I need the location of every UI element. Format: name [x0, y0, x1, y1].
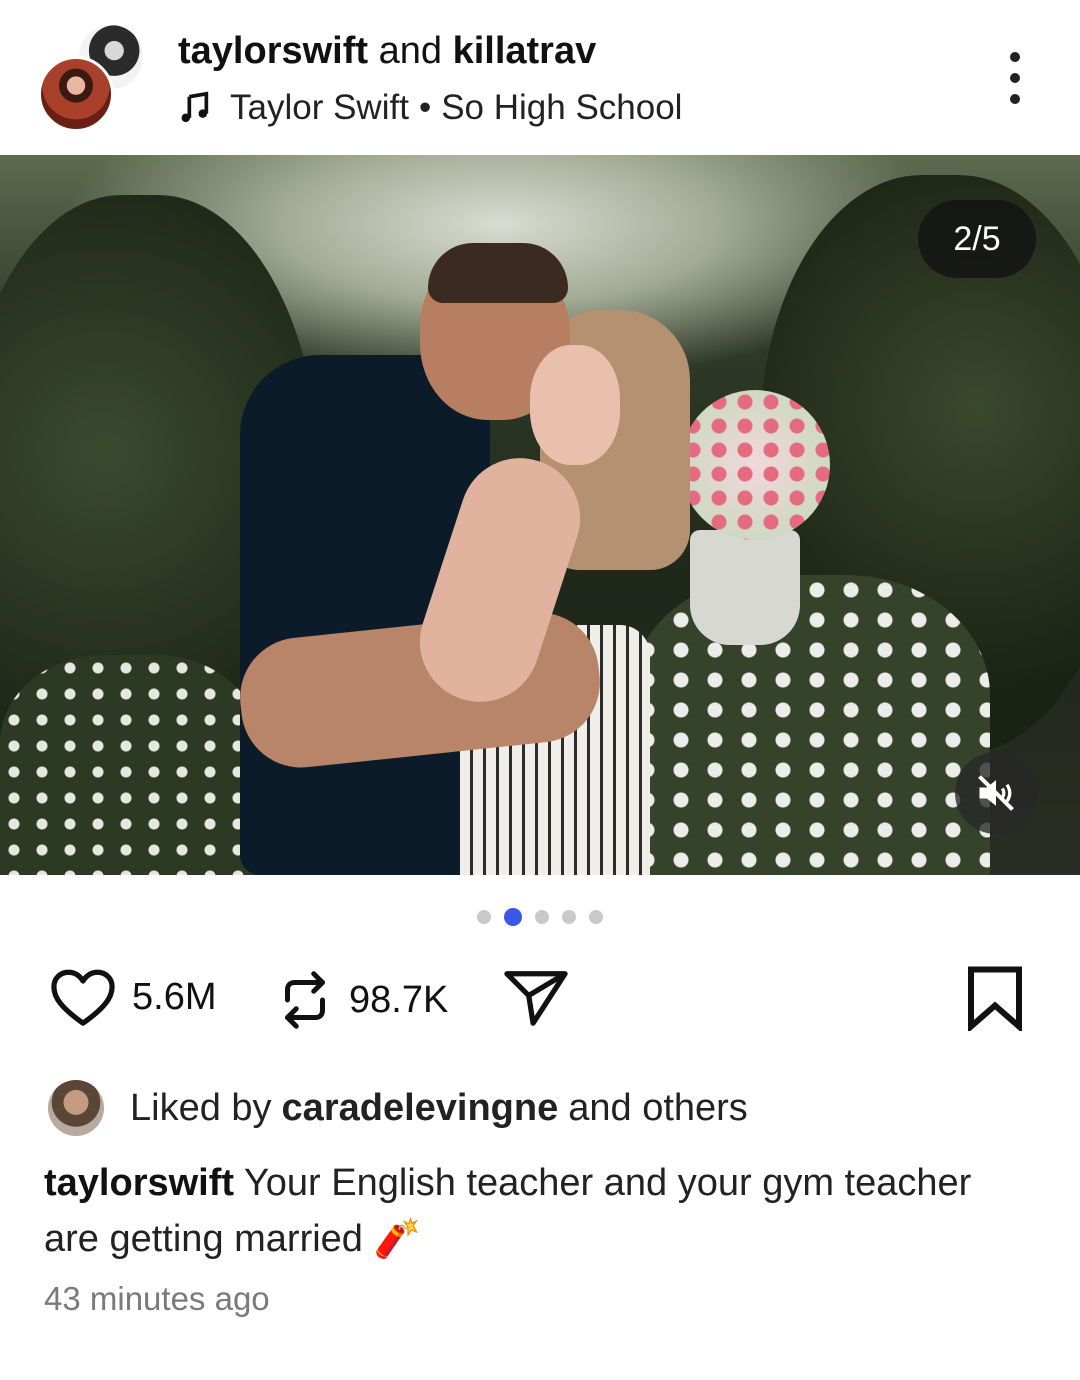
authors-conjunction: and	[378, 30, 443, 72]
save-button[interactable]	[965, 965, 1025, 1031]
photo-flowers-right	[630, 575, 990, 875]
mute-button[interactable]	[955, 752, 1037, 834]
share-button[interactable]	[500, 965, 572, 1029]
photo-flowers-left	[0, 655, 260, 875]
music-info[interactable]: Taylor Swift • So High School	[178, 88, 682, 128]
photo-woman-face	[530, 345, 620, 465]
muted-speaker-icon	[978, 775, 1014, 811]
post-caption: taylorswift Your English teacher and you…	[44, 1155, 1034, 1267]
liked-by[interactable]: Liked by caradelevingne and others	[48, 1080, 748, 1136]
bookmark-icon	[968, 966, 1022, 1031]
carousel-dot-active	[504, 908, 522, 926]
more-dot	[1010, 94, 1020, 104]
music-song: So High School	[441, 88, 683, 127]
post-timestamp: 43 minutes ago	[44, 1280, 270, 1317]
heart-icon	[51, 969, 115, 1026]
photo-man-hair	[428, 243, 568, 303]
photo-bouquet	[680, 390, 830, 540]
repost-count[interactable]: 98.7K	[349, 979, 448, 1022]
repost-icon	[285, 971, 325, 1029]
action-bar: 5.6M 98.7K	[0, 965, 1080, 1045]
liker-username[interactable]: caradelevingne	[282, 1087, 559, 1130]
carousel-dot	[535, 910, 549, 924]
music-separator: •	[418, 88, 432, 127]
carousel-dot	[477, 910, 491, 924]
post-header: taylorswift and killatrav Taylor Swift •…	[0, 0, 1080, 155]
post-media[interactable]: 2/5	[0, 155, 1080, 875]
liker-avatar[interactable]	[48, 1080, 104, 1136]
carousel-indicator	[0, 908, 1080, 926]
coauthor-username[interactable]: killatrav	[453, 30, 597, 72]
liked-by-prefix: Liked by	[130, 1086, 272, 1129]
photo-urn	[690, 530, 800, 645]
post-authors: taylorswift and killatrav	[178, 30, 596, 73]
like-count[interactable]: 5.6M	[132, 976, 216, 1019]
repost-button[interactable]: 98.7K	[275, 965, 448, 1035]
more-dot	[1010, 73, 1020, 83]
carousel-dot	[589, 910, 603, 924]
caption-emoji: 🧨	[373, 1218, 421, 1260]
liked-by-suffix[interactable]: and others	[568, 1087, 748, 1130]
music-note-icon	[181, 91, 209, 123]
carousel-dot	[562, 910, 576, 924]
more-dot	[1010, 52, 1020, 62]
author-username[interactable]: taylorswift	[178, 30, 368, 72]
music-artist: Taylor Swift	[230, 88, 409, 127]
send-icon	[504, 971, 568, 1026]
like-button[interactable]: 5.6M	[48, 965, 216, 1029]
media-counter: 2/5	[918, 200, 1036, 278]
author-avatar[interactable]	[38, 56, 114, 132]
more-vertical-icon[interactable]	[998, 52, 1032, 104]
caption-username[interactable]: taylorswift	[44, 1162, 234, 1204]
author-avatars[interactable]	[38, 22, 150, 134]
